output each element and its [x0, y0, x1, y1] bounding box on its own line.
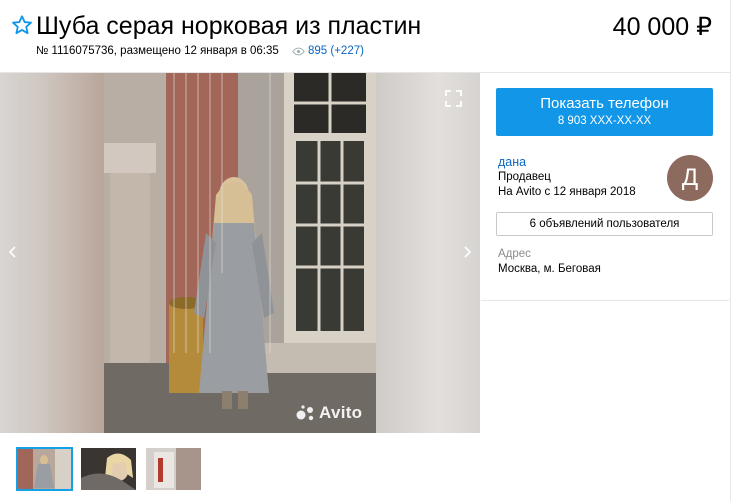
avatar[interactable]: Д: [667, 155, 713, 201]
listing-title: Шуба серая норковая из пластин: [36, 12, 422, 40]
main-photo-image: [104, 73, 376, 433]
listing-price: 40 000 ₽: [612, 13, 712, 41]
star-icon[interactable]: [11, 14, 33, 36]
avito-watermark: Avito: [319, 403, 363, 422]
seller-role: Продавец: [498, 171, 551, 183]
show-phone-button[interactable]: Показать телефон 8 903 XXX-XX-XX: [496, 88, 713, 136]
views-counter[interactable]: 895 (+227): [292, 45, 364, 57]
avito-logo-icon: [296, 405, 314, 421]
listing-header: Шуба серая норковая из пластин 40 000 ₽ …: [0, 0, 730, 73]
views-count[interactable]: 895 (+227): [308, 45, 364, 57]
page-edge: [730, 0, 750, 501]
seller-name-link[interactable]: дана: [498, 155, 526, 169]
chevron-left-icon[interactable]: [7, 245, 19, 259]
show-phone-label[interactable]: Показать телефон: [496, 95, 713, 112]
thumbnail-1[interactable]: [16, 447, 73, 491]
listing-number-date: № 1116075736, размещено 12 января в 06:3…: [36, 45, 279, 57]
masked-phone[interactable]: 8 903 XXX-XX-XX: [496, 115, 713, 127]
seller-since: На Avito с 12 января 2018: [498, 186, 636, 198]
eye-icon: [292, 47, 305, 56]
listing-meta: № 1116075736, размещено 12 января в 06:3…: [36, 45, 364, 57]
seller-ads-button[interactable]: 6 объявлений пользователя: [496, 212, 713, 236]
photo-gallery[interactable]: [0, 73, 480, 433]
main-photo[interactable]: [104, 73, 376, 433]
chevron-right-icon[interactable]: [461, 245, 473, 259]
seller-panel: Показать телефон 8 903 XXX-XX-XX дана Пр…: [481, 73, 729, 301]
address-value: Москва, м. Беговая: [498, 263, 601, 275]
address-label: Адрес: [498, 248, 531, 260]
thumbnail-3[interactable]: [146, 448, 201, 490]
thumbnail-2[interactable]: [81, 448, 136, 490]
expand-icon[interactable]: [445, 90, 462, 107]
